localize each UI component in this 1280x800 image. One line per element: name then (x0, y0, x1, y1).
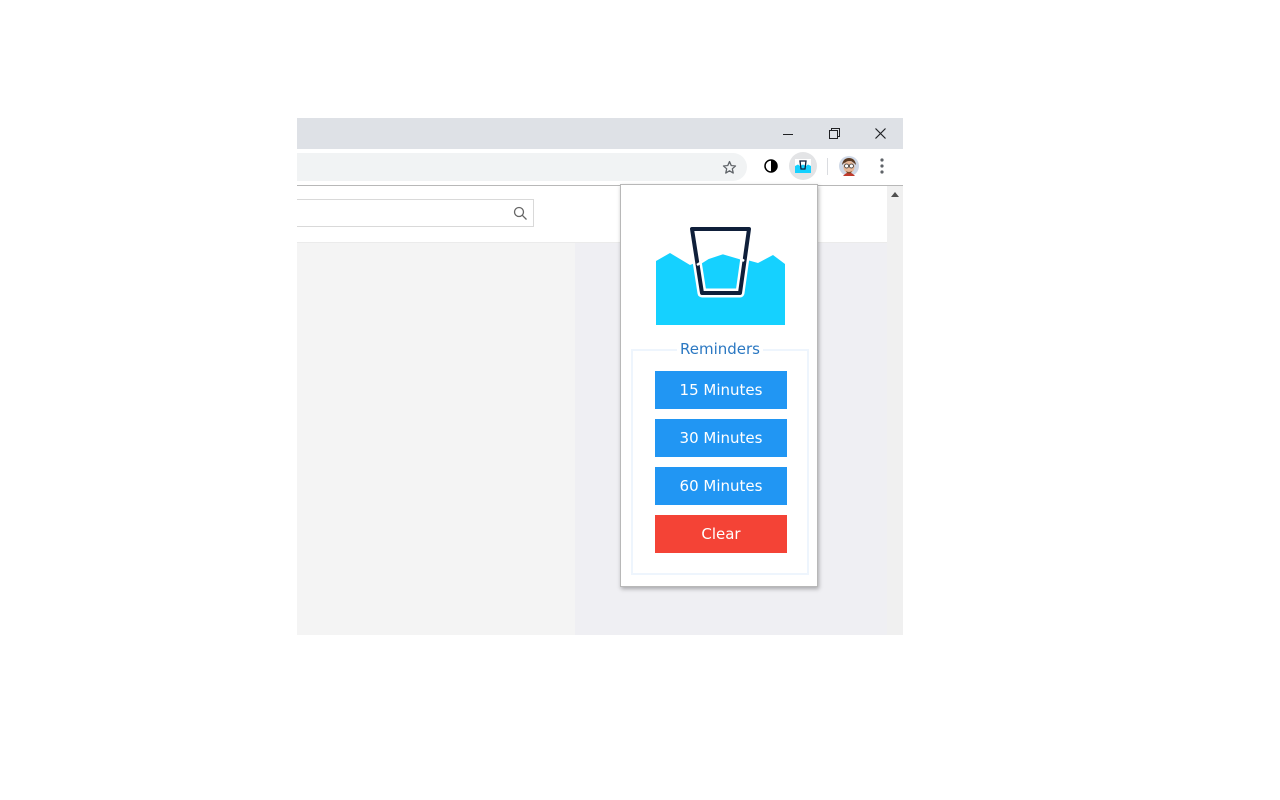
browser-toolbar (297, 149, 903, 185)
more-menu-icon (880, 158, 884, 174)
water-reminder-extension-button[interactable] (789, 152, 817, 180)
bookmark-button[interactable] (715, 153, 743, 181)
restore-icon (828, 128, 840, 139)
search-input[interactable] (297, 199, 534, 227)
scroll-up-arrow[interactable] (891, 192, 899, 197)
address-bar[interactable] (297, 153, 747, 181)
more-menu-button[interactable] (868, 152, 896, 180)
minimize-icon (783, 133, 793, 135)
bookmark-star-icon (722, 160, 736, 174)
title-bar (297, 118, 903, 149)
left-pane (297, 243, 575, 635)
water-glass-logo (656, 227, 785, 325)
toolbar-separator (827, 158, 828, 175)
contrast-extension-button[interactable] (757, 152, 785, 180)
clear-reminders-button[interactable]: Clear (655, 515, 787, 553)
reminder-15-minutes-button[interactable]: 15 Minutes (655, 371, 787, 409)
profile-button[interactable] (835, 152, 863, 180)
reminder-60-minutes-button[interactable]: 60 Minutes (655, 467, 787, 505)
close-button[interactable] (857, 118, 903, 149)
water-reminder-extension-icon (795, 159, 811, 173)
reminder-30-minutes-button[interactable]: 30 Minutes (655, 419, 787, 457)
vertical-scrollbar[interactable] (887, 186, 903, 635)
reminders-group: Reminders 15 Minutes 30 Minutes 60 Minut… (631, 340, 809, 575)
minimize-button[interactable] (765, 118, 811, 149)
close-icon (874, 128, 886, 139)
search-icon[interactable] (513, 206, 528, 221)
profile-avatar-icon (839, 156, 859, 176)
contrast-extension-icon (764, 159, 778, 173)
reminders-title: Reminders (633, 339, 807, 359)
extension-popup: Reminders 15 Minutes 30 Minutes 60 Minut… (620, 184, 818, 587)
restore-button[interactable] (811, 118, 857, 149)
